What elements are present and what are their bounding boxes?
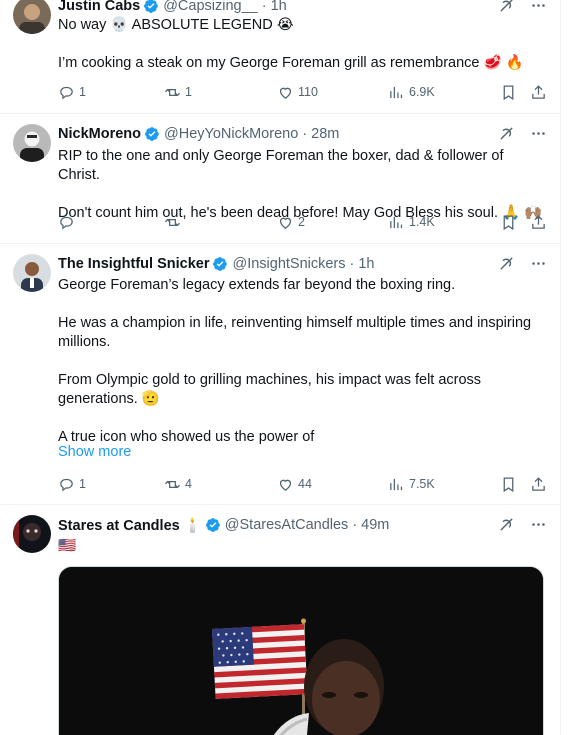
retweet-icon <box>164 88 181 96</box>
tweet-header: The Insightful Snicker @InsightSnickers … <box>58 254 547 274</box>
grok-icon[interactable] <box>497 254 515 272</box>
show-more-link[interactable]: Show more <box>58 444 131 460</box>
tweet-line: I’m cooking a steak on my George Foreman… <box>58 55 524 71</box>
share-icon <box>532 476 545 491</box>
display-name[interactable]: Justin Cabs <box>58 0 140 14</box>
scrollbar-track[interactable] <box>561 0 571 735</box>
bookmark-button[interactable] <box>500 214 517 231</box>
tweet-line: He was a champion in life, reinventing h… <box>58 315 532 350</box>
handle[interactable]: @InsightSnickers <box>232 256 345 272</box>
display-name[interactable]: NickMoreno <box>58 126 141 142</box>
timestamp[interactable]: 1h <box>358 256 374 272</box>
avatar[interactable] <box>13 254 51 292</box>
share-icon <box>532 214 545 229</box>
display-name[interactable]: The Insightful Snicker <box>58 256 209 272</box>
retweet-button[interactable]: 1 <box>164 84 192 101</box>
views-icon <box>390 216 403 228</box>
bookmark-icon <box>503 476 514 492</box>
like-icon <box>279 479 292 491</box>
like-button[interactable]: 110 <box>277 84 318 101</box>
grok-icon[interactable] <box>497 0 515 14</box>
tweet[interactable]: Justin Cabs @Capsizing__ · 1h No way 💀 A… <box>0 0 560 114</box>
tweet-header: NickMoreno @HeyYoNickMoreno · 28m <box>58 124 547 144</box>
more-icon[interactable] <box>529 515 547 533</box>
avatar[interactable] <box>13 515 51 553</box>
more-icon[interactable] <box>529 0 547 14</box>
display-name[interactable]: Stares at Candles 🕯️ <box>58 517 202 534</box>
tweet-text: George Foreman’s legacy extends far beyo… <box>58 276 547 447</box>
reply-icon <box>60 478 73 491</box>
tweet-media-image[interactable] <box>58 566 544 735</box>
tweet-line: George Foreman’s legacy extends far beyo… <box>58 277 456 293</box>
retweet-icon <box>164 218 181 226</box>
verified-badge-icon <box>144 0 159 13</box>
views-button[interactable]: 6.9K <box>388 84 435 101</box>
bookmark-icon <box>503 84 514 100</box>
share-button[interactable] <box>530 84 547 101</box>
avatar[interactable] <box>13 124 51 162</box>
grok-icon[interactable] <box>497 515 515 533</box>
tweet[interactable]: NickMoreno @HeyYoNickMoreno · 28m RIP to… <box>0 114 560 244</box>
like-icon <box>279 87 292 99</box>
views-icon <box>390 86 403 98</box>
retweet-button[interactable] <box>164 214 185 231</box>
avatar[interactable] <box>13 0 51 34</box>
verified-badge-icon <box>205 518 220 532</box>
more-icon[interactable] <box>529 124 547 142</box>
like-button[interactable]: 2 <box>277 214 305 231</box>
retweet-icon <box>164 480 181 488</box>
tweet-line: A true icon who showed us the power of <box>58 429 315 445</box>
reply-icon <box>60 86 73 99</box>
tweet-line: RIP to the one and only George Foreman t… <box>58 148 504 183</box>
verified-badge-icon <box>145 127 159 141</box>
views-button[interactable]: 1.4K <box>388 214 435 231</box>
share-button[interactable] <box>530 214 547 231</box>
timestamp[interactable]: 1h <box>271 0 287 14</box>
reply-button[interactable]: 1 <box>58 84 86 101</box>
timeline-feed[interactable]: Justin Cabs @Capsizing__ · 1h No way 💀 A… <box>0 0 561 735</box>
separator-dot: · <box>302 126 308 142</box>
tweet-actions: 1 1 110 6.9K <box>58 82 547 102</box>
tweet-line: From Olympic gold to grilling machines, … <box>58 372 482 407</box>
reply-icon <box>60 216 73 229</box>
bookmark-icon <box>503 214 514 230</box>
separator-dot: · <box>261 0 267 14</box>
views-button[interactable]: 7.5K <box>388 476 435 493</box>
handle[interactable]: @HeyYoNickMoreno <box>164 126 298 142</box>
tweet-actions: 2 1.4K <box>58 212 547 232</box>
like-button[interactable]: 44 <box>277 476 312 493</box>
reply-button[interactable]: 1 <box>58 476 86 493</box>
tweet-text: No way 💀 ABSOLUTE LEGEND 😭 I’m cooking a… <box>58 16 547 73</box>
timestamp[interactable]: 28m <box>311 126 339 142</box>
grok-icon[interactable] <box>497 124 515 142</box>
timestamp[interactable]: 49m <box>361 517 389 533</box>
verified-badge-icon <box>213 257 228 271</box>
tweet-header: Stares at Candles 🕯️ @StaresAtCandles · … <box>58 515 547 535</box>
tweet-actions: 1 4 44 7.5K <box>58 474 547 494</box>
bookmark-button[interactable] <box>500 476 517 493</box>
separator-dot: · <box>349 256 355 272</box>
handle[interactable]: @StaresAtCandles <box>225 517 349 533</box>
views-icon <box>390 478 403 490</box>
tweet-header: Justin Cabs @Capsizing__ · 1h <box>58 0 547 16</box>
like-icon <box>279 217 292 229</box>
tweet-line: 🇺🇸 <box>58 538 77 554</box>
reply-button[interactable] <box>58 214 79 231</box>
separator-dot: · <box>352 517 358 533</box>
tweet-line: No way 💀 ABSOLUTE LEGEND 😭 <box>58 17 294 33</box>
share-button[interactable] <box>530 476 547 493</box>
retweet-button[interactable]: 4 <box>164 476 192 493</box>
bookmark-button[interactable] <box>500 84 517 101</box>
tweet-text: 🇺🇸 <box>58 537 547 556</box>
tweet[interactable]: The Insightful Snicker @InsightSnickers … <box>0 244 560 505</box>
more-icon[interactable] <box>529 254 547 272</box>
handle[interactable]: @Capsizing__ <box>163 0 258 14</box>
share-icon <box>532 84 545 99</box>
